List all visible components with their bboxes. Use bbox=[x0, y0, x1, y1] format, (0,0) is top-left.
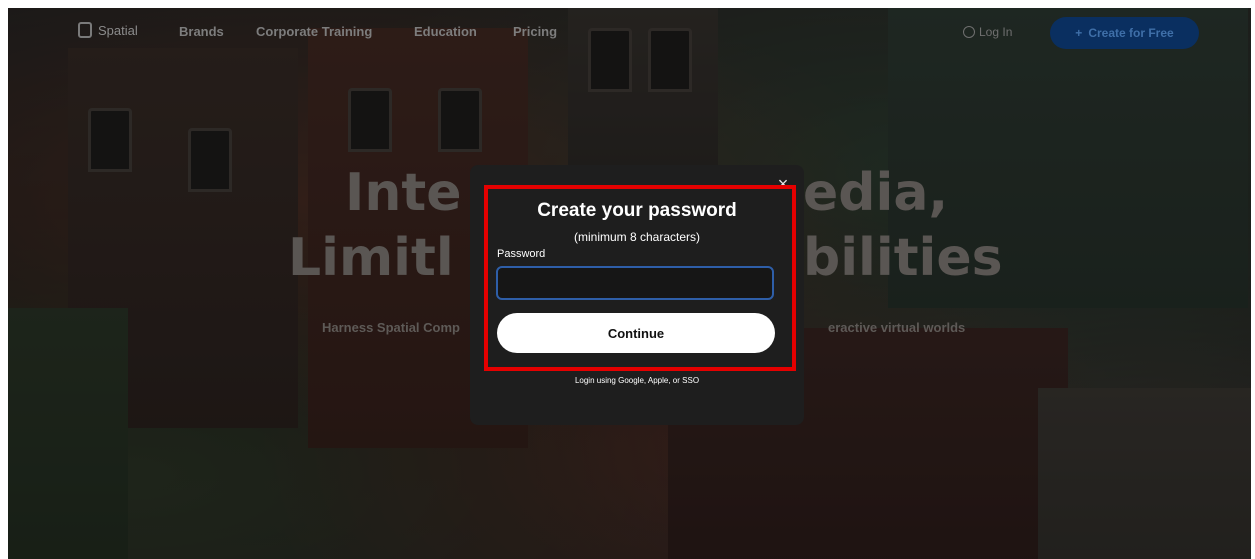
hero-subtitle-right: eractive virtual worlds bbox=[828, 320, 966, 335]
logo-icon bbox=[78, 22, 92, 38]
hero-heading-line2-left: Limitl bbox=[288, 228, 454, 288]
modal-subtitle: (minimum 8 characters) bbox=[573, 230, 701, 244]
top-nav: Spatial Brands Corporate Training Educat… bbox=[8, 8, 1251, 56]
hero-heading-line1-left: Inte bbox=[345, 163, 462, 223]
login-label: Log In bbox=[979, 25, 1013, 39]
nav-link-pricing[interactable]: Pricing bbox=[513, 24, 557, 39]
continue-button[interactable]: Continue bbox=[497, 313, 775, 353]
hero-subtitle-left: Harness Spatial Comp bbox=[322, 320, 460, 335]
nav-link-brands[interactable]: Brands bbox=[179, 24, 224, 39]
login-link[interactable]: Log In bbox=[963, 25, 1012, 39]
plus-icon: + bbox=[1075, 26, 1083, 40]
password-input[interactable] bbox=[496, 266, 774, 300]
modal-title: Create your password bbox=[537, 200, 737, 221]
logo[interactable]: Spatial bbox=[78, 22, 138, 38]
alt-login-link[interactable]: Login using Google, Apple, or SSO bbox=[470, 376, 804, 385]
logo-text: Spatial bbox=[98, 22, 138, 38]
nav-link-education[interactable]: Education bbox=[414, 24, 477, 39]
nav-link-corporate-training[interactable]: Corporate Training bbox=[256, 24, 372, 39]
create-for-free-button[interactable]: + Create for Free bbox=[1050, 17, 1199, 49]
hero-heading-line1-right: edia, bbox=[803, 163, 949, 223]
hero-heading-line2-right: bilities bbox=[803, 228, 1003, 288]
password-label: Password bbox=[497, 248, 546, 260]
page-background: Spatial Brands Corporate Training Educat… bbox=[8, 8, 1251, 559]
user-icon bbox=[963, 26, 975, 38]
create-button-label: Create for Free bbox=[1088, 26, 1174, 40]
